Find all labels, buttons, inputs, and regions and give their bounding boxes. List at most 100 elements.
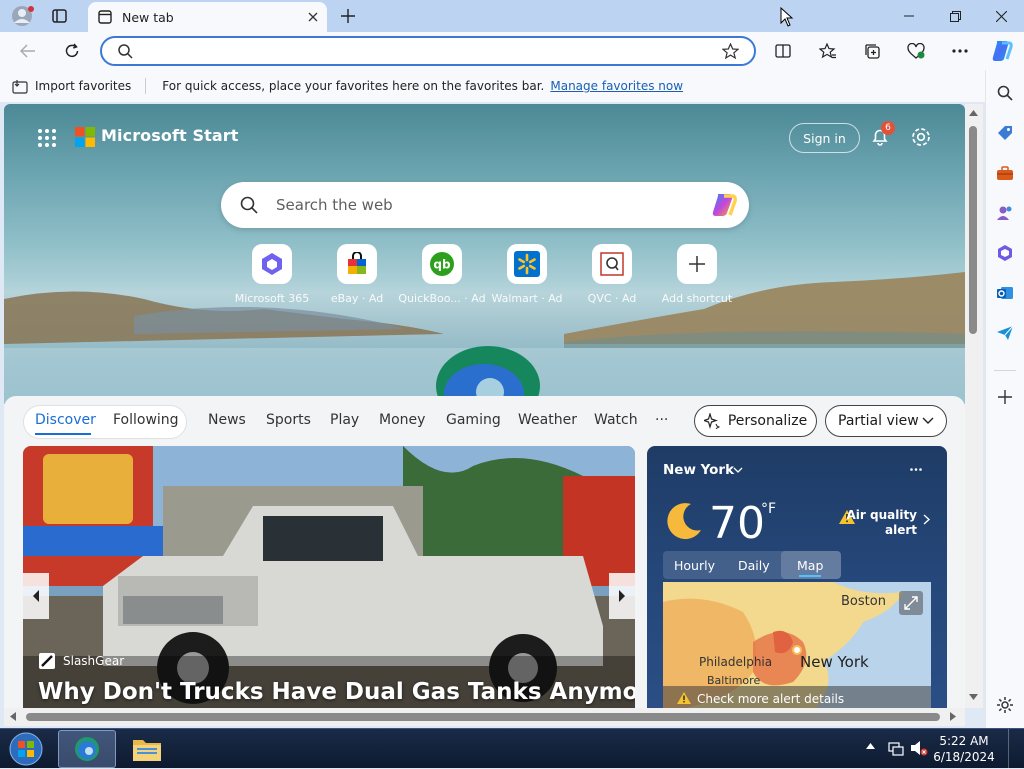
active-tab-indicator — [799, 575, 821, 577]
vertical-scrollbar[interactable] — [965, 104, 983, 708]
show-hidden-icons[interactable] — [866, 743, 875, 749]
warning-icon — [677, 692, 691, 704]
new-tab-button[interactable] — [338, 6, 358, 26]
tab-daily[interactable]: Daily — [738, 558, 770, 573]
close-window-button[interactable] — [978, 0, 1024, 32]
page-settings-icon[interactable] — [910, 126, 932, 148]
carousel-prev-button[interactable] — [23, 573, 49, 619]
tab-new-tab[interactable]: New tab — [88, 2, 327, 32]
weather-card[interactable]: New York 70 °F Air quality alert Hourly … — [647, 446, 947, 708]
tab-weather[interactable]: Weather — [518, 412, 577, 428]
tab-hourly[interactable]: Hourly — [674, 558, 715, 573]
restore-button[interactable] — [932, 0, 978, 32]
new-tab-page: Microsoft Start Sign in 6 Search the web… — [4, 104, 965, 708]
start-button[interactable] — [6, 730, 46, 768]
weather-location[interactable]: New York — [663, 462, 734, 478]
tab-news[interactable]: News — [208, 412, 246, 428]
scroll-up-icon[interactable] — [969, 110, 978, 116]
minimize-button[interactable] — [886, 0, 932, 32]
shortcut-qvc[interactable]: QVC · Ad — [567, 244, 657, 305]
personalize-button[interactable]: Personalize — [694, 405, 817, 437]
air-quality-alert[interactable]: Air quality alert — [837, 508, 917, 538]
article-card[interactable]: SlashGear Why Don't Trucks Have Dual Gas… — [23, 446, 635, 708]
refresh-button[interactable] — [56, 35, 88, 67]
tab-gaming[interactable]: Gaming — [446, 412, 501, 428]
tab-sports[interactable]: Sports — [266, 412, 311, 428]
scroll-right-icon[interactable] — [950, 712, 956, 721]
tab-play[interactable]: Play — [330, 412, 359, 428]
import-favorites-icon — [12, 79, 29, 94]
sidebar-settings-icon[interactable] — [994, 694, 1016, 716]
address-bar[interactable] — [100, 36, 756, 66]
copilot-icon[interactable] — [709, 191, 739, 219]
collections-icon[interactable] — [856, 35, 888, 67]
horizontal-scroll-thumb[interactable] — [26, 713, 940, 721]
browser-essentials-icon[interactable] — [900, 35, 932, 67]
more-tabs-button[interactable]: ··· — [655, 412, 668, 428]
shortcut-walmart[interactable]: Walmart · Ad — [482, 244, 572, 305]
copilot-icon[interactable] — [989, 38, 1015, 64]
m365-icon[interactable] — [994, 242, 1016, 264]
search-placeholder[interactable]: Search the web — [276, 196, 393, 214]
alert-details-bar[interactable]: Check more alert details — [663, 686, 931, 708]
weather-more-icon[interactable] — [910, 468, 922, 471]
show-desktop-button[interactable] — [1008, 729, 1024, 769]
taskbar-edge-button[interactable] — [58, 730, 116, 768]
tools-icon[interactable] — [994, 162, 1016, 184]
chevron-down-icon[interactable] — [733, 467, 743, 474]
shortcut-label: QuickBoo... · Ad — [398, 292, 486, 305]
shortcut-quickbooks[interactable]: qb QuickBoo... · Ad — [397, 244, 487, 305]
app-launcher-icon[interactable] — [37, 128, 57, 148]
favorite-star-icon[interactable] — [722, 43, 739, 60]
taskbar-explorer-button[interactable] — [128, 732, 166, 766]
split-screen-icon[interactable] — [767, 35, 799, 67]
people-icon[interactable] — [994, 202, 1016, 224]
more-menu-icon[interactable] — [944, 35, 976, 67]
network-icon[interactable] — [888, 740, 904, 756]
profile-icon[interactable] — [10, 5, 34, 27]
add-shortcut-button[interactable]: Add shortcut — [652, 244, 742, 305]
web-search-box[interactable]: Search the web — [221, 182, 749, 228]
favorites-icon[interactable] — [812, 35, 844, 67]
horizontal-scrollbar[interactable] — [4, 708, 965, 726]
carousel-next-button[interactable] — [609, 573, 635, 619]
tab-discover[interactable]: Discover — [35, 412, 96, 428]
alert-line2: alert — [884, 523, 917, 537]
shortcut-microsoft-365[interactable]: Microsoft 365 — [227, 244, 317, 305]
shopping-tag-icon[interactable] — [994, 122, 1016, 144]
active-tab-indicator — [35, 433, 91, 435]
shortcut-label: QVC · Ad — [587, 292, 637, 305]
close-tab-icon[interactable] — [299, 7, 327, 27]
back-button[interactable] — [12, 35, 44, 67]
import-favorites-button[interactable]: Import favorites — [35, 79, 131, 93]
quickbooks-icon: qb — [422, 244, 462, 284]
tab-map[interactable]: Map — [797, 558, 823, 573]
shortcut-label: Walmart · Ad — [491, 292, 563, 305]
outlook-icon[interactable] — [994, 282, 1016, 304]
scroll-down-icon[interactable] — [969, 694, 978, 700]
brand-title[interactable]: Microsoft Start — [101, 126, 238, 145]
alert-details-link[interactable]: Check more alert details — [697, 692, 844, 706]
manage-favorites-link[interactable]: Manage favorites now — [550, 79, 683, 93]
expand-map-icon[interactable] — [899, 591, 923, 615]
map-label-boston: Boston — [841, 594, 886, 609]
article-title[interactable]: Why Don't Trucks Have Dual Gas Tanks Any… — [38, 679, 635, 705]
browser-toolbar — [0, 32, 1024, 70]
current-temperature: 70 — [709, 498, 765, 549]
shortcut-ebay[interactable]: eBay · Ad — [312, 244, 402, 305]
volume-muted-icon[interactable] — [910, 740, 928, 756]
view-selector[interactable]: Partial view — [825, 405, 947, 437]
vertical-scroll-thumb[interactable] — [969, 126, 977, 334]
sign-in-button[interactable]: Sign in — [789, 123, 860, 153]
search-icon[interactable] — [994, 82, 1016, 104]
send-icon[interactable] — [994, 322, 1016, 344]
system-clock[interactable]: 5:22 AM 6/18/2024 — [930, 733, 998, 765]
map-label-new-york: New York — [800, 653, 869, 671]
tab-money[interactable]: Money — [379, 412, 425, 428]
tab-watch[interactable]: Watch — [594, 412, 638, 428]
tab-following[interactable]: Following — [113, 412, 179, 428]
weather-map[interactable]: Boston Philadelphia New York Baltimore C… — [663, 582, 931, 708]
tab-actions-icon[interactable] — [50, 7, 70, 25]
add-sidebar-app-icon[interactable] — [994, 386, 1016, 408]
scroll-left-icon[interactable] — [10, 712, 16, 721]
